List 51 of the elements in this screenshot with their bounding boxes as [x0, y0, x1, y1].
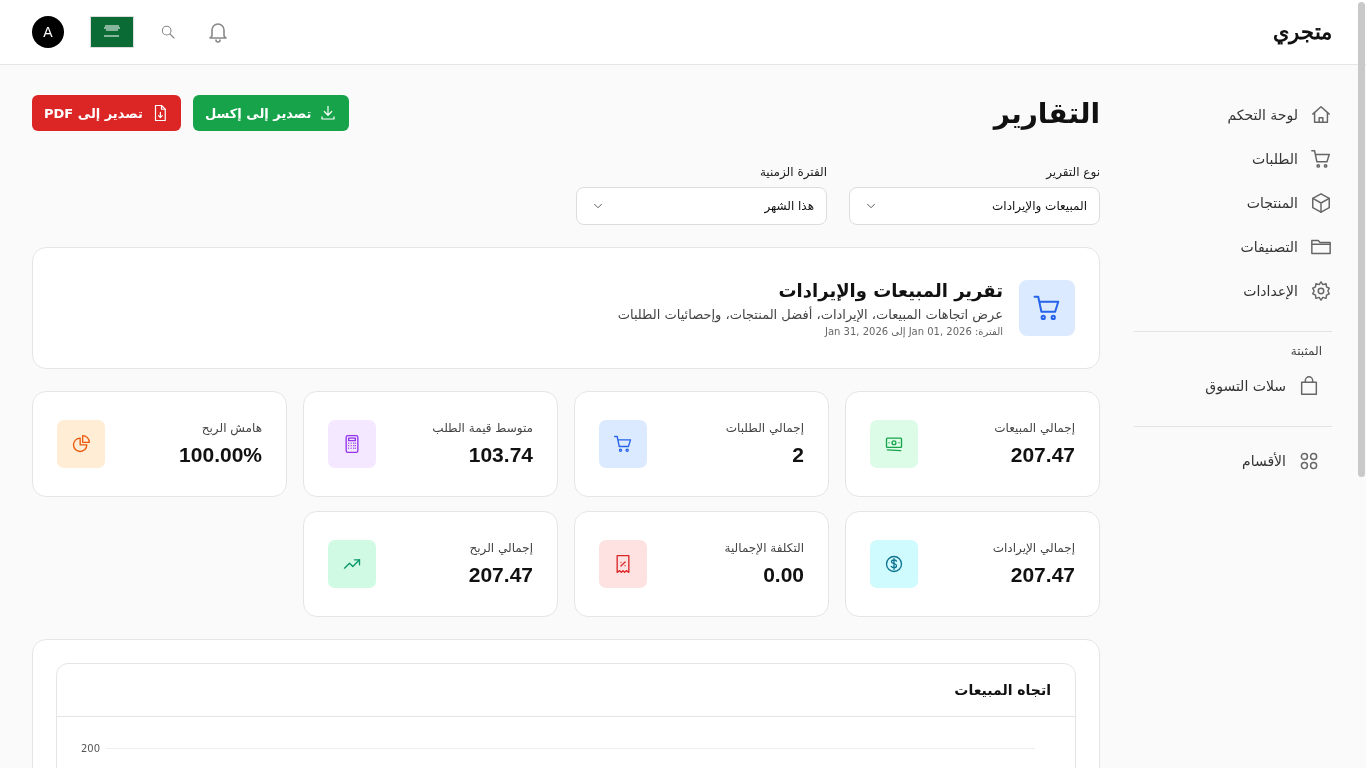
- stat-value: 100.00%: [179, 443, 262, 467]
- language-flag-button[interactable]: [90, 16, 134, 48]
- section-heading: المثبتة: [1289, 344, 1323, 358]
- field-label: نوع التقرير: [1044, 165, 1100, 179]
- page-title: التقارير: [993, 96, 1100, 130]
- stat-value: 2: [791, 443, 804, 467]
- chart-title: اتجاه المبيعات: [953, 682, 1051, 698]
- cart-icon: [613, 434, 633, 454]
- stat-value: 0.00: [762, 563, 804, 587]
- download-icon: [319, 104, 338, 122]
- flag-icon: [91, 17, 133, 47]
- stat-value: 207.47: [1009, 563, 1075, 587]
- cart-icon: [1310, 148, 1332, 170]
- stat-value: 207.47: [1009, 443, 1075, 467]
- stat-label: هامش الربح: [200, 421, 262, 435]
- house-icon: [1310, 104, 1332, 126]
- cart-icon: [1032, 293, 1062, 323]
- nav-link[interactable]: الأقسام: [1134, 439, 1320, 483]
- stat-value: 207.47: [468, 563, 533, 587]
- stat-label: إجمالي المبيعات: [994, 421, 1075, 435]
- dollar-coin-icon: [884, 554, 904, 574]
- nav-link[interactable]: الطلبات: [1134, 137, 1332, 181]
- report-period: الفترة: Jan 01, 2026 إلى Jan 31, 2026: [823, 325, 1003, 337]
- nav-link[interactable]: لوحة التحكم: [1134, 93, 1332, 137]
- nav-link[interactable]: التصنيفات: [1134, 225, 1332, 269]
- field-label: الفترة الزمنية: [758, 165, 827, 179]
- brand-name: متجري: [1273, 20, 1332, 44]
- bell-icon: [206, 20, 230, 44]
- pie-chart-icon: [71, 434, 91, 454]
- shopping-bag-icon: [1298, 375, 1320, 397]
- report-title: تقرير المبيعات والإيرادات: [777, 279, 1003, 301]
- stat-value: 103.74: [467, 443, 533, 467]
- cube-icon: [1310, 192, 1332, 214]
- stat-label: إجمالي الطلبات: [725, 421, 804, 435]
- nav-link[interactable]: المنتجات: [1134, 181, 1332, 225]
- stat-label: متوسط قيمة الطلب: [432, 421, 533, 435]
- dropdown-field[interactable]: المبيعات والإيرادات: [849, 187, 1100, 225]
- nav-link[interactable]: سلات التسوق: [1134, 364, 1320, 408]
- settings-icon: [1310, 280, 1332, 302]
- export-pdf-button[interactable]: تصدير إلى PDF: [32, 95, 181, 131]
- stat-label: إجمالي الإيرادات: [992, 541, 1075, 555]
- axis-tick-label: 200: [81, 743, 101, 754]
- scrollbar[interactable]: [1358, 2, 1365, 477]
- stat-label: إجمالي الربح: [468, 541, 533, 555]
- nav-link[interactable]: الإعدادات: [1134, 269, 1332, 313]
- report-description: عرض اتجاهات المبيعات، الإيرادات، أفضل المنتجات، وإحصائيات الطلبات: [617, 306, 1003, 322]
- dropdown-field[interactable]: هذا الشهر: [576, 187, 827, 225]
- grid-icon: [1298, 450, 1320, 472]
- search-icon: [160, 24, 176, 40]
- user-avatar[interactable]: A: [32, 16, 64, 48]
- stat-label: التكلفة الإجمالية: [724, 541, 804, 555]
